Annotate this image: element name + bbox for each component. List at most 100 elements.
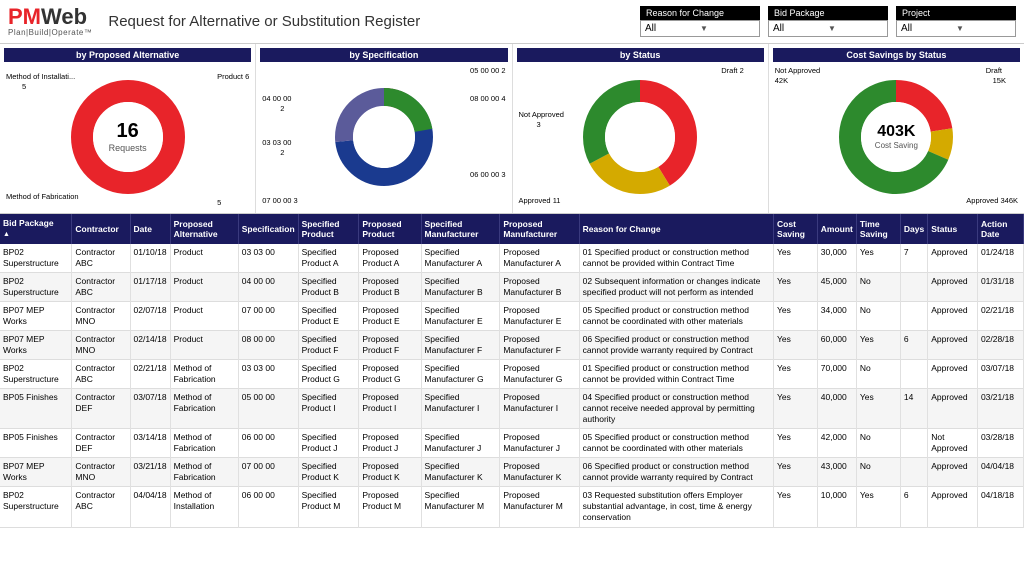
col-bid-package[interactable]: Bid Package▲: [0, 214, 72, 244]
chevron-down-icon: ▼: [700, 24, 755, 33]
chart1-number: 16: [109, 120, 147, 143]
filter-bid-select[interactable]: All ▼: [768, 20, 888, 37]
chart3-title: by Status: [517, 48, 764, 62]
logo-pm: PM: [8, 4, 41, 29]
filter-reason[interactable]: Reason for Change All ▼: [640, 6, 760, 37]
col-days[interactable]: Days: [900, 214, 927, 244]
table-cell: 01 Specified product or construction met…: [579, 359, 773, 388]
table-cell: 04/04/18: [977, 458, 1023, 487]
table-cell: 03/21/18: [130, 458, 170, 487]
col-date[interactable]: Date: [130, 214, 170, 244]
col-specified-product[interactable]: Specified Product: [298, 214, 359, 244]
table-cell: BP07 MEP Works: [0, 301, 72, 330]
table-cell: 06 00 00: [238, 429, 298, 458]
table-cell: 01/10/18: [130, 244, 170, 273]
filter-reason-select[interactable]: All ▼: [640, 20, 760, 37]
filter-project[interactable]: Project All ▼: [896, 6, 1016, 37]
table-cell: 03/28/18: [977, 429, 1023, 458]
col-action-date[interactable]: Action Date: [977, 214, 1023, 244]
table-cell: 43,000: [817, 458, 856, 487]
table-cell: 60,000: [817, 330, 856, 359]
col-specification[interactable]: Specification: [238, 214, 298, 244]
chart4-title: Cost Savings by Status: [773, 48, 1020, 62]
table-cell: BP05 Finishes: [0, 389, 72, 429]
chart-status: by Status Draft 2 Not Approved 3 Approve…: [513, 44, 769, 213]
table-cell: Specified Manufacturer F: [421, 330, 500, 359]
chart2-title: by Specification: [260, 48, 507, 62]
col-time-saving[interactable]: Time Saving: [856, 214, 900, 244]
chart2-donut: [329, 82, 439, 192]
table-cell: 05 Specified product or construction met…: [579, 301, 773, 330]
table-cell: Contractor DEF: [72, 389, 130, 429]
table-cell: Specified Product B: [298, 272, 359, 301]
col-status[interactable]: Status: [928, 214, 978, 244]
table-cell: [900, 272, 927, 301]
table-cell: 30,000: [817, 244, 856, 273]
table-cell: 05 00 00: [238, 389, 298, 429]
filter-reason-label: Reason for Change: [640, 6, 760, 20]
table-cell: Approved: [928, 301, 978, 330]
table-cell: 42,000: [817, 429, 856, 458]
col-contractor[interactable]: Contractor: [72, 214, 130, 244]
chart2-area: 05 00 00 2 08 00 00 4 04 00 00 2 06 00 0…: [260, 64, 507, 209]
table-cell: Contractor ABC: [72, 272, 130, 301]
logo-web: Web: [41, 4, 87, 29]
col-specified-mfr[interactable]: Specified Manufacturer: [421, 214, 500, 244]
table-cell: Approved: [928, 330, 978, 359]
app-header: PMWeb Plan|Build|Operate™ Request for Al…: [0, 0, 1024, 44]
table-cell: Proposed Product M: [359, 487, 421, 527]
table-cell: Yes: [774, 244, 818, 273]
col-cost-saving[interactable]: Cost Saving: [774, 214, 818, 244]
table-cell: BP02 Superstructure: [0, 359, 72, 388]
table-cell: Proposed Product I: [359, 389, 421, 429]
table-cell: Contractor MNO: [72, 458, 130, 487]
app-logo: PMWeb Plan|Build|Operate™: [8, 6, 92, 37]
table-cell: Specified Product E: [298, 301, 359, 330]
chart4-label: Cost Saving: [875, 141, 918, 150]
table-cell: Specified Manufacturer B: [421, 272, 500, 301]
col-proposed-product[interactable]: Proposed Product: [359, 214, 421, 244]
table-row: BP05 FinishesContractor DEF03/07/18Metho…: [0, 389, 1024, 429]
table-cell: Proposed Manufacturer K: [500, 458, 579, 487]
table-cell: 02/07/18: [130, 301, 170, 330]
table-cell: 01/17/18: [130, 272, 170, 301]
table-cell: Specified Manufacturer E: [421, 301, 500, 330]
table-row: BP02 SuperstructureContractor ABC02/21/1…: [0, 359, 1024, 388]
table-cell: Approved: [928, 389, 978, 429]
table-cell: Specified Product J: [298, 429, 359, 458]
table-cell: BP02 Superstructure: [0, 244, 72, 273]
table-row: BP05 FinishesContractor DEF03/14/18Metho…: [0, 429, 1024, 458]
table-cell: Approved: [928, 487, 978, 527]
table-cell: Method of Installation: [170, 487, 238, 527]
data-table-container[interactable]: Bid Package▲ Contractor Date Proposed Al…: [0, 214, 1024, 549]
table-row: BP02 SuperstructureContractor ABC01/10/1…: [0, 244, 1024, 273]
table-row: BP02 SuperstructureContractor ABC04/04/1…: [0, 487, 1024, 527]
chart4-area: Draft 15K Not Approved 42K Approved 346K…: [773, 64, 1020, 209]
table-cell: Proposed Manufacturer I: [500, 389, 579, 429]
table-cell: Contractor ABC: [72, 487, 130, 527]
col-proposed-alt[interactable]: Proposed Alternative: [170, 214, 238, 244]
filter-bid[interactable]: Bid Package All ▼: [768, 6, 888, 37]
table-cell: [900, 301, 927, 330]
col-reason[interactable]: Reason for Change: [579, 214, 773, 244]
filter-project-select[interactable]: All ▼: [896, 20, 1016, 37]
chart-proposed-alternative: by Proposed Alternative Method of Instal…: [0, 44, 256, 213]
table-cell: BP02 Superstructure: [0, 272, 72, 301]
table-cell: 45,000: [817, 272, 856, 301]
data-table: Bid Package▲ Contractor Date Proposed Al…: [0, 214, 1024, 528]
table-cell: Product: [170, 244, 238, 273]
table-cell: 06 Specified product or construction met…: [579, 458, 773, 487]
table-cell: 10,000: [817, 487, 856, 527]
col-proposed-mfr[interactable]: Proposed Manufacturer: [500, 214, 579, 244]
table-cell: Yes: [774, 359, 818, 388]
table-cell: Method of Fabrication: [170, 389, 238, 429]
table-cell: Yes: [774, 272, 818, 301]
table-cell: Yes: [856, 244, 900, 273]
table-cell: Yes: [856, 389, 900, 429]
table-cell: 70,000: [817, 359, 856, 388]
table-cell: BP07 MEP Works: [0, 458, 72, 487]
table-cell: Approved: [928, 244, 978, 273]
col-amount[interactable]: Amount: [817, 214, 856, 244]
table-cell: Yes: [774, 458, 818, 487]
table-cell: 03/07/18: [977, 359, 1023, 388]
